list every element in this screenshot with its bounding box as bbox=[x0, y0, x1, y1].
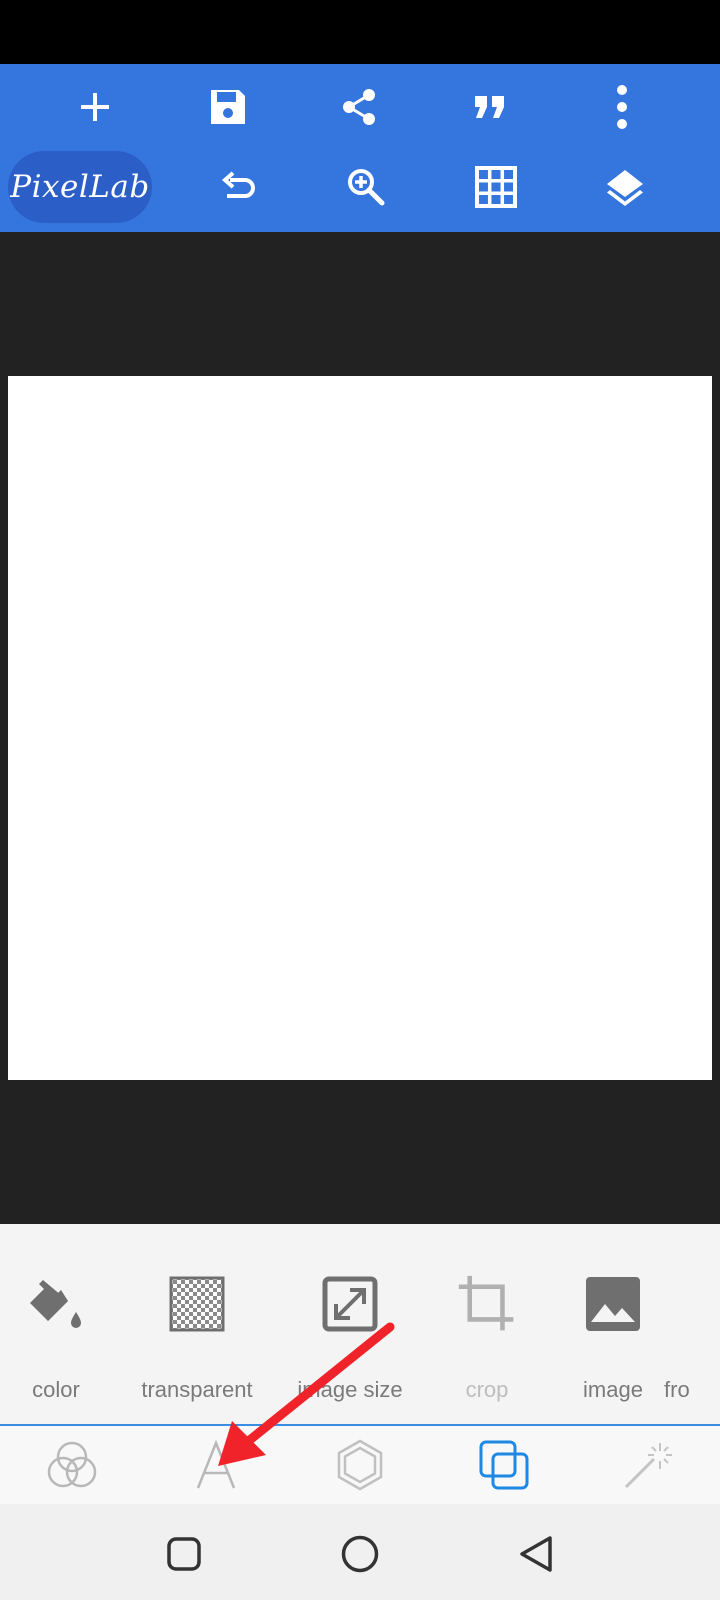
triangle-back-icon bbox=[520, 1536, 552, 1572]
tool-label: transparent bbox=[141, 1377, 253, 1402]
top-toolbar: PixelLab bbox=[0, 64, 720, 232]
tool-label: image size bbox=[297, 1377, 403, 1402]
quote-button[interactable] bbox=[458, 75, 522, 139]
tool-image-size[interactable]: image size bbox=[278, 1224, 422, 1424]
tool-crop[interactable]: crop bbox=[436, 1224, 538, 1424]
tool-color[interactable]: color bbox=[0, 1224, 112, 1424]
recents-button[interactable] bbox=[154, 1524, 214, 1584]
save-icon bbox=[211, 90, 245, 124]
tool-image[interactable]: image bbox=[560, 1224, 666, 1424]
zoom-in-icon bbox=[348, 169, 385, 206]
transparent-grid-icon bbox=[169, 1276, 225, 1332]
tool-transparent-icon-wrap bbox=[167, 1274, 227, 1334]
tab-layers[interactable] bbox=[432, 1426, 576, 1504]
add-button[interactable] bbox=[63, 75, 127, 139]
layers-button[interactable] bbox=[593, 155, 657, 219]
tool-label: color bbox=[32, 1377, 80, 1402]
paint-bucket-icon bbox=[30, 1280, 81, 1328]
square-recents-icon bbox=[167, 1537, 201, 1571]
status-bar bbox=[0, 0, 720, 64]
tool-transparent[interactable]: transparent bbox=[128, 1224, 266, 1424]
more-options-button[interactable] bbox=[590, 75, 654, 139]
grid-icon bbox=[475, 166, 517, 208]
drawing-canvas[interactable] bbox=[8, 376, 712, 1080]
tool-partial[interactable]: fro bbox=[664, 1224, 720, 1424]
grid-button[interactable] bbox=[464, 155, 528, 219]
share-icon bbox=[343, 89, 375, 125]
quote-icon bbox=[475, 96, 504, 118]
tab-shapes[interactable] bbox=[288, 1426, 432, 1504]
resize-icon bbox=[322, 1276, 378, 1332]
undo-icon bbox=[221, 171, 255, 198]
system-nav-bar bbox=[0, 1504, 720, 1600]
pixellab-logo: PixelLab bbox=[8, 151, 152, 223]
tool-crop-icon-wrap bbox=[457, 1274, 517, 1334]
circle-home-icon bbox=[341, 1535, 379, 1573]
tool-resize-icon-wrap bbox=[320, 1274, 380, 1334]
blend-icon bbox=[47, 1441, 97, 1488]
tab-effects[interactable] bbox=[576, 1426, 720, 1504]
canvas-workspace bbox=[0, 232, 720, 1224]
home-button[interactable] bbox=[330, 1524, 390, 1584]
tool-color-icon-wrap bbox=[26, 1274, 86, 1334]
add-icon bbox=[81, 93, 109, 121]
tab-blend[interactable] bbox=[0, 1426, 144, 1504]
layers-icon bbox=[607, 170, 643, 206]
shape-icon bbox=[337, 1439, 383, 1491]
effects-wand-icon bbox=[624, 1443, 672, 1489]
tool-label: fro bbox=[664, 1377, 690, 1402]
crop-icon bbox=[458, 1275, 514, 1331]
logo-text: PixelLab bbox=[10, 169, 150, 205]
back-button[interactable] bbox=[506, 1524, 566, 1584]
app-root: PixelLab color transparent image size cr… bbox=[0, 0, 720, 1600]
image-icon bbox=[586, 1277, 640, 1331]
tool-image-icon-wrap bbox=[583, 1274, 643, 1334]
tool-label: image bbox=[583, 1377, 643, 1402]
tools-panel: color transparent image size crop image … bbox=[0, 1224, 720, 1424]
zoom-in-button[interactable] bbox=[334, 155, 398, 219]
layers-tab-icon bbox=[479, 1440, 529, 1490]
bottom-tabs bbox=[0, 1424, 720, 1504]
undo-button[interactable] bbox=[207, 155, 271, 219]
tab-text[interactable] bbox=[144, 1426, 288, 1504]
text-icon bbox=[196, 1440, 236, 1489]
save-button[interactable] bbox=[196, 75, 260, 139]
share-button[interactable] bbox=[327, 75, 391, 139]
tool-label: crop bbox=[465, 1377, 509, 1402]
more-vert-icon bbox=[617, 85, 627, 129]
